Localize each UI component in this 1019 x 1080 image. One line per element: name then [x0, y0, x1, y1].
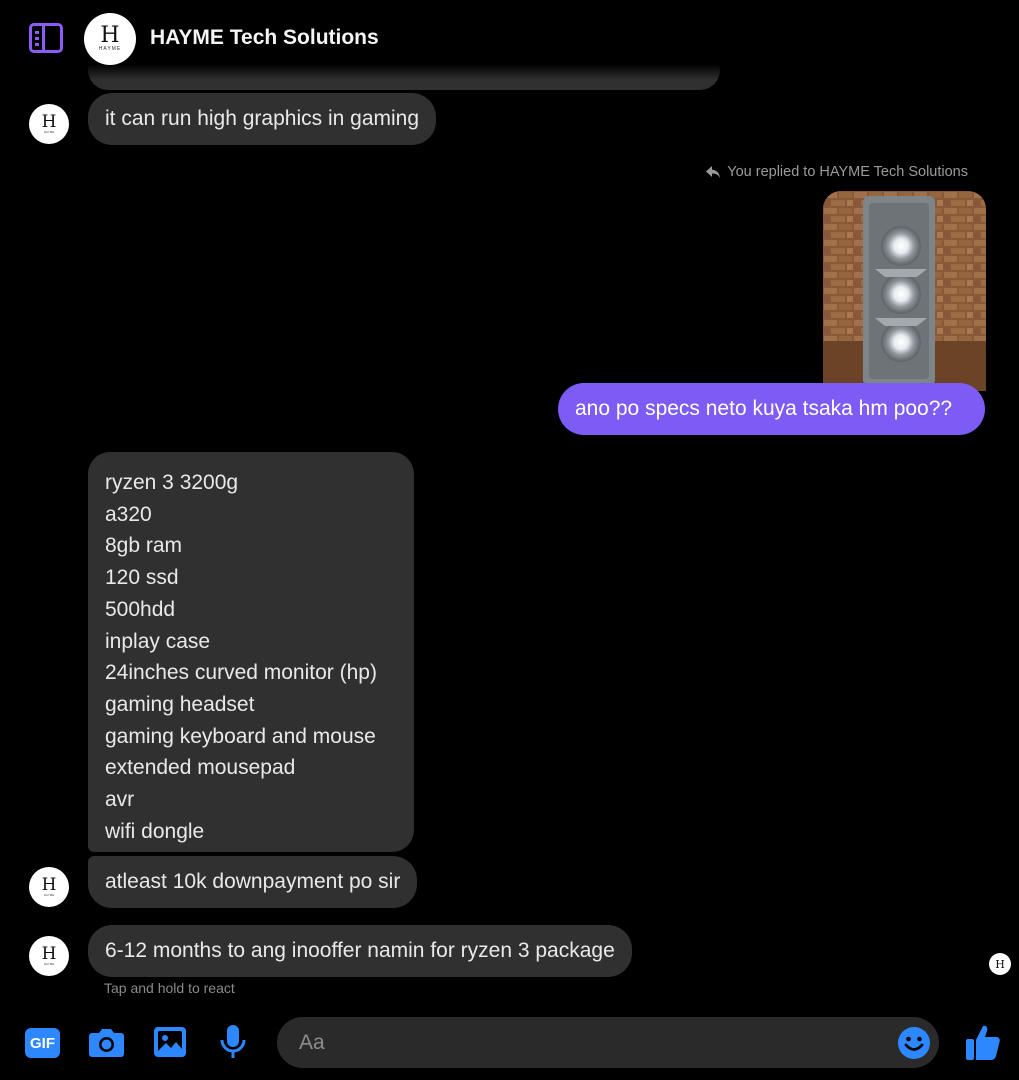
sent-photo-pc-case[interactable]: [823, 191, 986, 391]
spec-item: 120 ssd: [105, 566, 179, 590]
microphone-icon[interactable]: [219, 1024, 247, 1060]
spec-item: extended mousepad: [105, 756, 296, 780]
spec-item: ryzen 3 3200g: [105, 471, 239, 494]
thumbs-up-icon[interactable]: [965, 1023, 1001, 1061]
sidebar-toggle-icon[interactable]: [29, 23, 63, 53]
spec-item: gaming headset: [105, 692, 255, 716]
react-hint: Tap and hold to react: [104, 980, 235, 996]
contact-avatar[interactable]: H HAYME: [84, 13, 136, 65]
seen-indicator-avatar: H: [989, 953, 1011, 975]
received-message[interactable]: 6-12 months to ang inooffer namin for ry…: [88, 925, 632, 977]
spec-item: 24inches curved monitor (hp): [105, 661, 377, 685]
gif-button[interactable]: GIF: [25, 1028, 60, 1058]
reply-context-label: You replied to HAYME Tech Solutions: [705, 164, 968, 180]
camera-icon[interactable]: [88, 1026, 125, 1058]
spec-item: wifi dongle: [105, 819, 205, 843]
received-message[interactable]: it can run high graphics in gaming: [88, 93, 437, 145]
sender-avatar[interactable]: H HAYME: [29, 867, 69, 907]
spec-item: a320: [105, 502, 152, 526]
message-input[interactable]: [299, 1017, 889, 1068]
spec-item: gaming keyboard and mouse: [105, 724, 376, 748]
image-icon[interactable]: [153, 1026, 187, 1058]
message-input-container[interactable]: [277, 1017, 939, 1068]
specs-list-message[interactable]: ryzen 3 3200g a320 8gb ram 120 ssd 500hd…: [88, 452, 414, 852]
sender-avatar[interactable]: H HAYME: [29, 104, 69, 144]
spec-item: 8gb ram: [105, 534, 183, 558]
emoji-icon[interactable]: [897, 1026, 931, 1060]
contact-name[interactable]: HAYME Tech Solutions: [150, 26, 379, 50]
chat-header: H HAYME HAYME Tech Solutions: [0, 0, 1019, 80]
sent-message[interactable]: ano po specs neto kuya tsaka hm poo??: [558, 383, 985, 435]
spec-item: avr: [105, 788, 135, 812]
received-message[interactable]: atleast 10k downpayment po sir: [88, 856, 418, 908]
spec-item: 500hdd: [105, 597, 176, 621]
sender-avatar[interactable]: H HAYME: [29, 936, 69, 976]
spec-item: inplay case: [105, 629, 211, 653]
reply-arrow-icon: [706, 166, 721, 178]
